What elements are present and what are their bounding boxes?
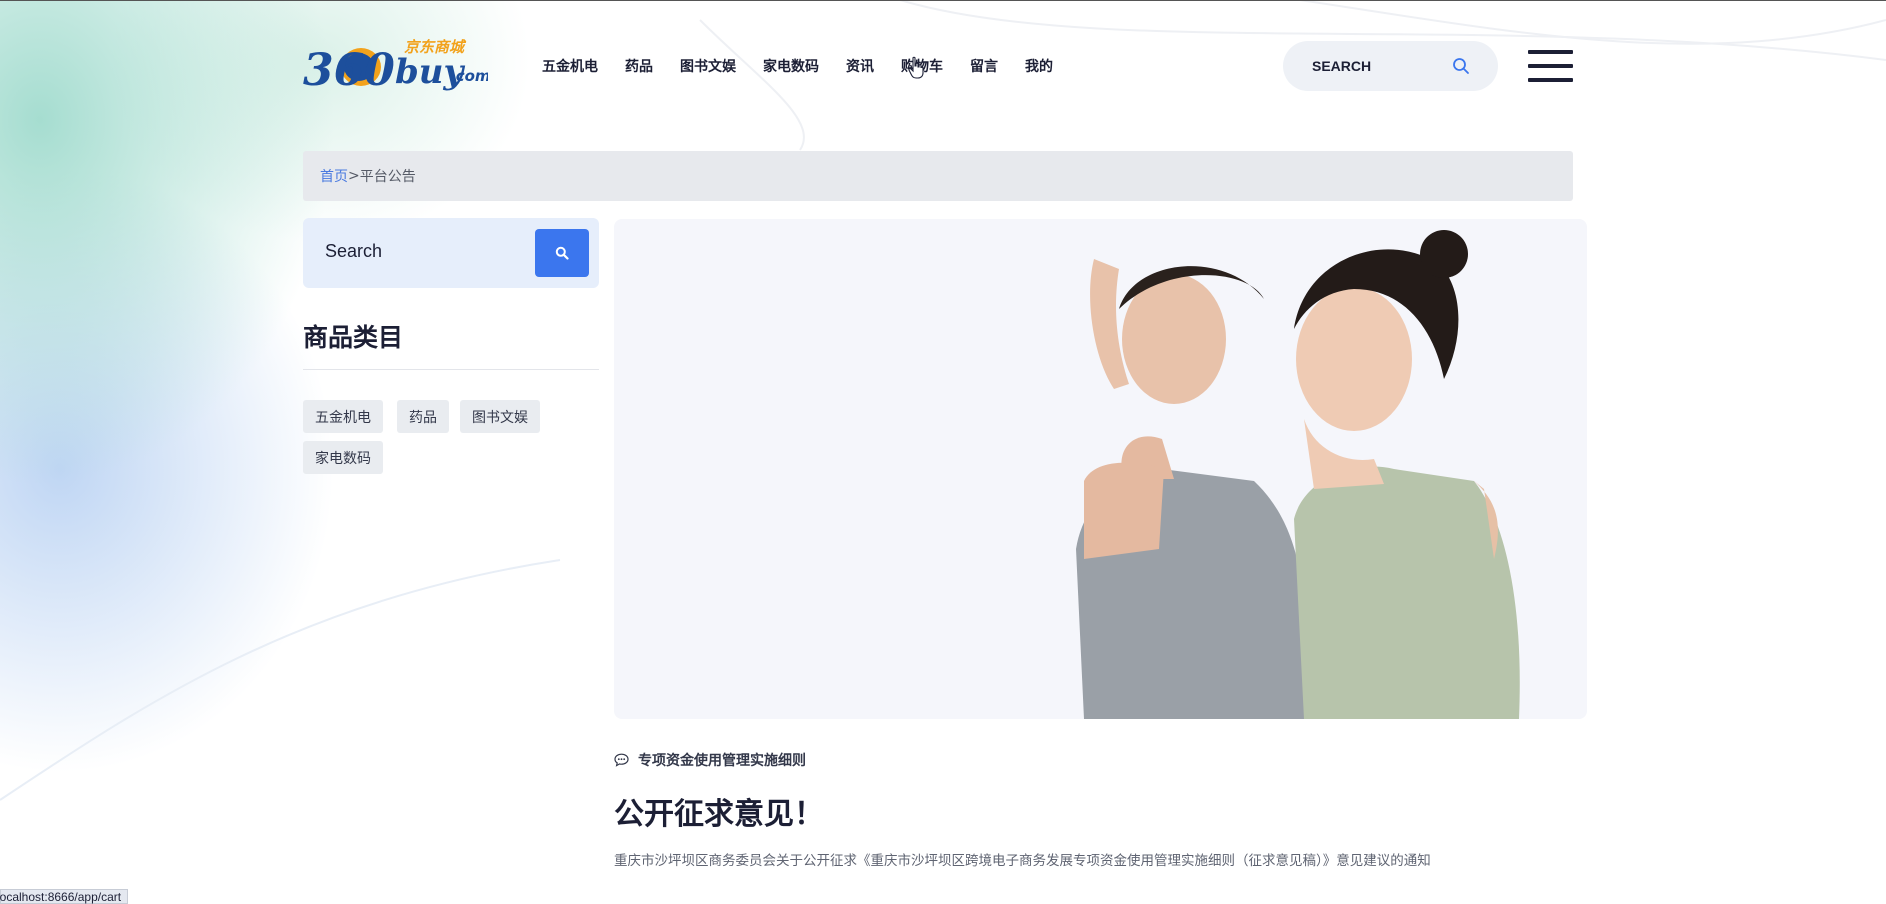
nav-item-medicine[interactable]: 药品: [625, 56, 653, 76]
post-category-label[interactable]: 专项资金使用管理实施细则: [638, 750, 806, 770]
svg-text:360: 360: [303, 45, 395, 93]
sidebar-search-button[interactable]: [535, 229, 589, 277]
breadcrumb-home-link[interactable]: 首页: [320, 166, 348, 186]
breadcrumb-current: 平台公告: [359, 169, 416, 185]
nav-item-my[interactable]: 我的: [1025, 56, 1053, 76]
sidebar-search-input[interactable]: [325, 241, 525, 262]
post-excerpt: 重庆市沙坪坝区商务委员会关于公开征求《重庆市沙坪坝区跨境电子商务发展专项资金使用…: [614, 853, 1431, 869]
main-nav: 五金机电 药品 图书文娱 家电数码 资讯 购物车 留言 我的: [542, 56, 1080, 76]
site-logo[interactable]: 360 buy .com 京东商城: [303, 37, 491, 96]
category-heading: 商品类目: [303, 323, 404, 352]
menu-toggle-button[interactable]: [1528, 50, 1573, 83]
category-divider: [303, 369, 599, 370]
nav-item-messages[interactable]: 留言: [970, 56, 998, 76]
post-hero-image[interactable]: [614, 219, 1587, 719]
hero-photo-two-women: [1076, 230, 1520, 719]
breadcrumb: 首页 > 平台公告: [303, 151, 1573, 201]
category-tag-books[interactable]: 图书文娱: [460, 400, 540, 433]
comment-icon: [614, 753, 629, 767]
breadcrumb-separator: >: [348, 168, 360, 184]
post-title[interactable]: 公开征求意见！: [614, 789, 824, 833]
header-search-input[interactable]: [1312, 58, 1442, 74]
category-tag-electronics[interactable]: 家电数码: [303, 441, 383, 474]
nav-item-electronics[interactable]: 家电数码: [763, 56, 819, 76]
nav-item-hardware[interactable]: 五金机电: [542, 56, 598, 76]
logo-mark: 360 buy .com 京东商城: [303, 38, 491, 96]
svg-text:.com: .com: [450, 67, 488, 85]
status-bar-url-text: localhost:8666/app/cart: [0, 889, 122, 904]
svg-text:京东商城: 京东商城: [404, 38, 467, 56]
category-tag-medicine[interactable]: 药品: [397, 400, 449, 433]
hand-cursor-icon: [908, 56, 924, 79]
nav-item-news[interactable]: 资讯: [846, 56, 874, 76]
site-header: 360 buy .com 京东商城 五金机电 药品 图书文娱 家电数码 资讯 购…: [0, 0, 1886, 130]
search-icon[interactable]: [1452, 57, 1470, 75]
status-bar-url: localhost:8666/app/cart: [0, 889, 129, 904]
nav-item-books[interactable]: 图书文娱: [680, 56, 736, 76]
category-tag-hardware[interactable]: 五金机电: [303, 400, 383, 433]
search-icon: [555, 246, 569, 260]
post-meta: 专项资金使用管理实施细则: [614, 750, 806, 770]
sidebar-search-box: [303, 218, 599, 288]
